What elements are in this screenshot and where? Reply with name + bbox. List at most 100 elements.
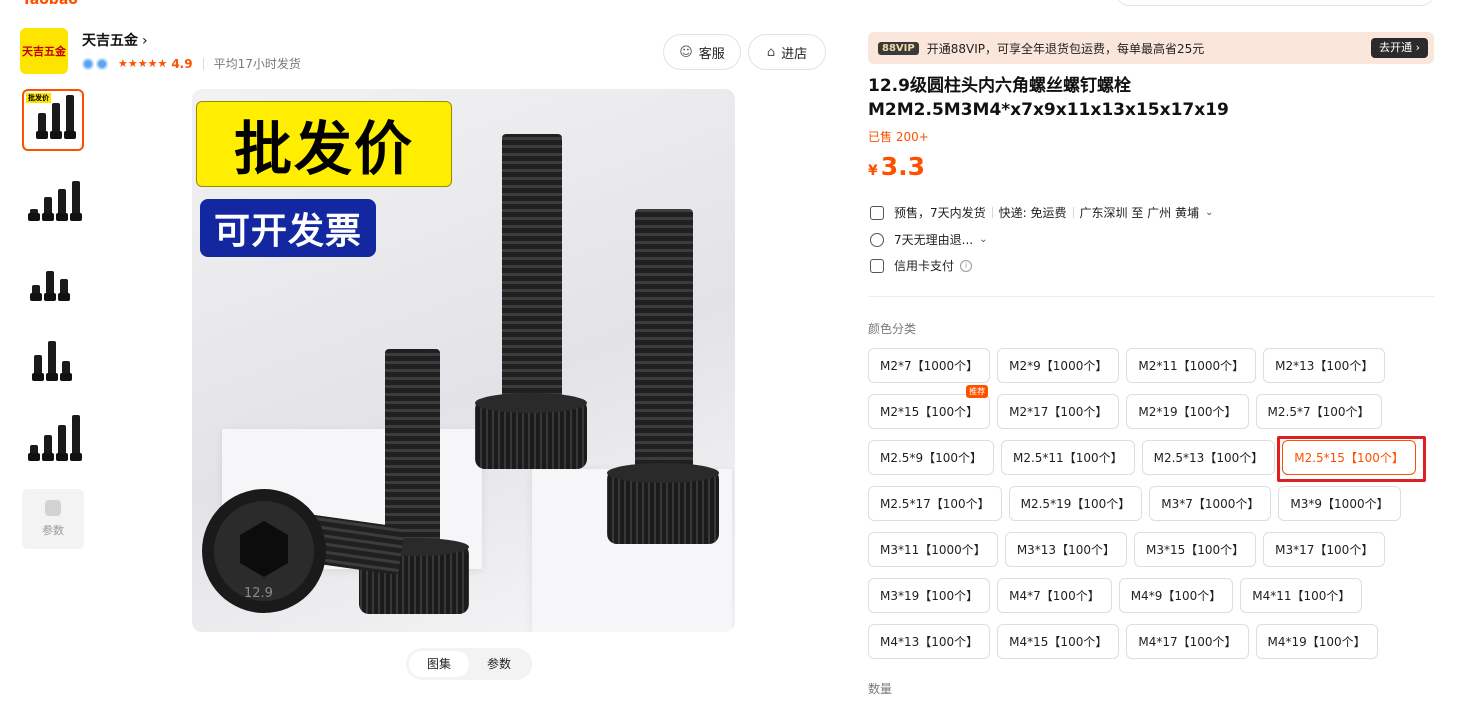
sku-option[interactable]: M2.5*17【100个】	[868, 486, 1002, 521]
sku-option-label: M2.5*19【100个】	[1020, 497, 1131, 511]
sku-option[interactable]: M3*15【100个】	[1133, 532, 1257, 567]
sku-option-label: M4*9【100个】	[1130, 589, 1222, 603]
gallery-tabs: 图集 参数	[406, 648, 533, 680]
truck-icon	[870, 205, 884, 220]
top-strip: Taobao	[0, 0, 1474, 10]
thumbnail-3[interactable]	[22, 249, 84, 311]
info-icon[interactable]: i	[960, 259, 973, 272]
sku-option[interactable]: M3*7【1000个】	[1149, 486, 1272, 521]
sku-option[interactable]: M3*19【100个】	[868, 578, 991, 613]
sku-option[interactable]: M4*11【100个】	[1240, 578, 1363, 613]
thumbnail-5[interactable]	[22, 409, 84, 471]
price-value: 3.3	[880, 152, 926, 181]
sku-option[interactable]: M4*13【100个】	[868, 624, 991, 659]
enter-shop-button[interactable]: ⌂ 进店	[748, 34, 826, 70]
price: ¥3.3	[868, 152, 925, 181]
sku-option-label: M2.5*13【100个】	[1153, 451, 1264, 465]
sku-option[interactable]: M3*13【100个】	[1004, 532, 1127, 567]
sku-option[interactable]: M2*7【1000个】	[868, 348, 991, 383]
taobao-logo[interactable]: Taobao	[22, 0, 78, 8]
thumbnail-list: 批发价 参数	[22, 89, 86, 549]
tab-gallery[interactable]: 图集	[409, 651, 470, 677]
bolt-graphic	[50, 103, 62, 139]
invoice-banner: 可开发票	[200, 199, 376, 257]
sku-option[interactable]: M4*15【100个】	[997, 624, 1120, 659]
divider	[868, 296, 1434, 297]
thumbnail-1[interactable]: 批发价	[22, 89, 84, 151]
bolt-graphic	[58, 279, 70, 301]
sku-option-label: M4*13【100个】	[880, 635, 979, 649]
rating-stars-icon: ★★★★★	[118, 57, 168, 70]
wholesale-banner: 批发价	[196, 101, 452, 187]
delivery-row[interactable]: 预售，7天内发货 快递: 免运费 广东深圳 至 广州 黄埔 ⌄	[870, 204, 1213, 221]
bolt-graphic	[56, 425, 68, 461]
sku-row: M4*13【100个】 M4*15【100个】 M4*17【100个】 M4*19【1…	[868, 624, 1438, 659]
sku-option-label: M2*7【1000个】	[880, 359, 979, 373]
sku-option-label: M3*19【100个】	[880, 589, 979, 603]
sku-option[interactable]: M4*19【100个】	[1255, 624, 1378, 659]
sku-option-label: M2*17【100个】	[1009, 405, 1108, 419]
sku-option-label: M3*13【100个】	[1016, 543, 1115, 557]
sku-option[interactable]: M4*17【100个】	[1126, 624, 1249, 659]
bolt-graphic	[46, 341, 58, 381]
divider	[1072, 207, 1074, 218]
shop-logo-text: 天吉五金	[22, 45, 66, 58]
quantity-label: 数量	[868, 682, 893, 696]
params-thumbnail[interactable]: 参数	[22, 489, 84, 549]
thumbnail-2[interactable]	[22, 169, 84, 231]
sku-option[interactable]: M2*19【100个】	[1126, 394, 1249, 429]
vip-badge: 88VIP	[878, 41, 919, 55]
sku-option[interactable]: M4*7【100个】	[997, 578, 1112, 613]
sku-option[interactable]: M2*13【100个】	[1263, 348, 1386, 383]
customer-service-button[interactable]: ☺ 客服	[663, 34, 741, 70]
sku-option-label: M4*15【100个】	[1009, 635, 1108, 649]
returns-row[interactable]: 7天无理由退... ⌄	[870, 231, 987, 248]
tab-params[interactable]: 参数	[469, 651, 529, 677]
bolt-graphic	[44, 271, 56, 301]
payment-row: 信用卡支付 i	[870, 257, 973, 274]
sku-option-label: M2*13【100个】	[1275, 359, 1374, 373]
sku-option[interactable]: M3*9【1000个】	[1278, 486, 1401, 521]
shop-rating: 4.9	[171, 56, 193, 71]
store-icon: ⌂	[766, 44, 776, 60]
sku-option[interactable]: M3*17【100个】	[1263, 532, 1386, 567]
shop-logo[interactable]: 天吉五金	[20, 28, 68, 74]
chevron-down-icon: ⌄	[979, 234, 988, 245]
sku-option-label: M2.5*17【100个】	[880, 497, 990, 511]
search-box-edge[interactable]	[1116, 0, 1434, 6]
sku-option[interactable]: M4*9【100个】	[1118, 578, 1234, 613]
chevron-right-icon: ›	[142, 33, 148, 49]
medal-icon	[82, 57, 94, 70]
main-product-image[interactable]: 12.9 批发价 可开发票	[192, 89, 735, 632]
sku-option-label: M2*15【100个】	[880, 405, 979, 419]
params-thumbnail-label: 参数	[42, 524, 64, 537]
currency-symbol: ¥	[868, 163, 878, 179]
sku-option-label: M2.5*9【100个】	[880, 451, 982, 465]
sku-option[interactable]: M2.5*7【100个】	[1255, 394, 1382, 429]
enter-shop-label: 进店	[781, 46, 808, 62]
sku-option[interactable]: M2.5*19【100个】	[1008, 486, 1143, 521]
head-marking: 12.9	[244, 586, 273, 601]
sku-option[interactable]: M2.5*9【100个】	[868, 440, 994, 475]
sku-option[interactable]: M3*11【1000个】	[868, 532, 998, 567]
sku-option-label: M4*11【100个】	[1252, 589, 1351, 603]
chat-icon: ☺	[679, 44, 693, 60]
sku-option-label: M3*17【100个】	[1275, 543, 1374, 557]
credit-card-icon	[870, 258, 884, 273]
sku-option[interactable]: M2.5*13【100个】	[1141, 440, 1276, 475]
vip-open-button[interactable]: 去开通 ›	[1371, 38, 1428, 58]
sku-option[interactable]: M2*9【1000个】	[997, 348, 1120, 383]
recommended-badge: 推荐	[966, 385, 989, 398]
sku-option[interactable]: M2.5*11【100个】	[1000, 440, 1135, 475]
sku-option[interactable]: M2*17【100个】	[997, 394, 1120, 429]
sku-option[interactable]: M2*11【1000个】	[1126, 348, 1257, 383]
shipping-fee: 快递: 免运费	[998, 206, 1067, 220]
payment-text: 信用卡支付	[894, 259, 955, 273]
shop-name-link[interactable]: 天吉五金 ›	[82, 30, 148, 50]
sku-option[interactable]: M2*15【100个】 推荐	[868, 385, 991, 429]
bolt-graphic	[64, 95, 76, 139]
bolt-graphic	[28, 209, 40, 221]
thumbnail-4[interactable]	[22, 329, 84, 391]
sku-option-label: M2*9【1000个】	[1009, 359, 1108, 373]
customer-service-label: 客服	[698, 46, 725, 62]
